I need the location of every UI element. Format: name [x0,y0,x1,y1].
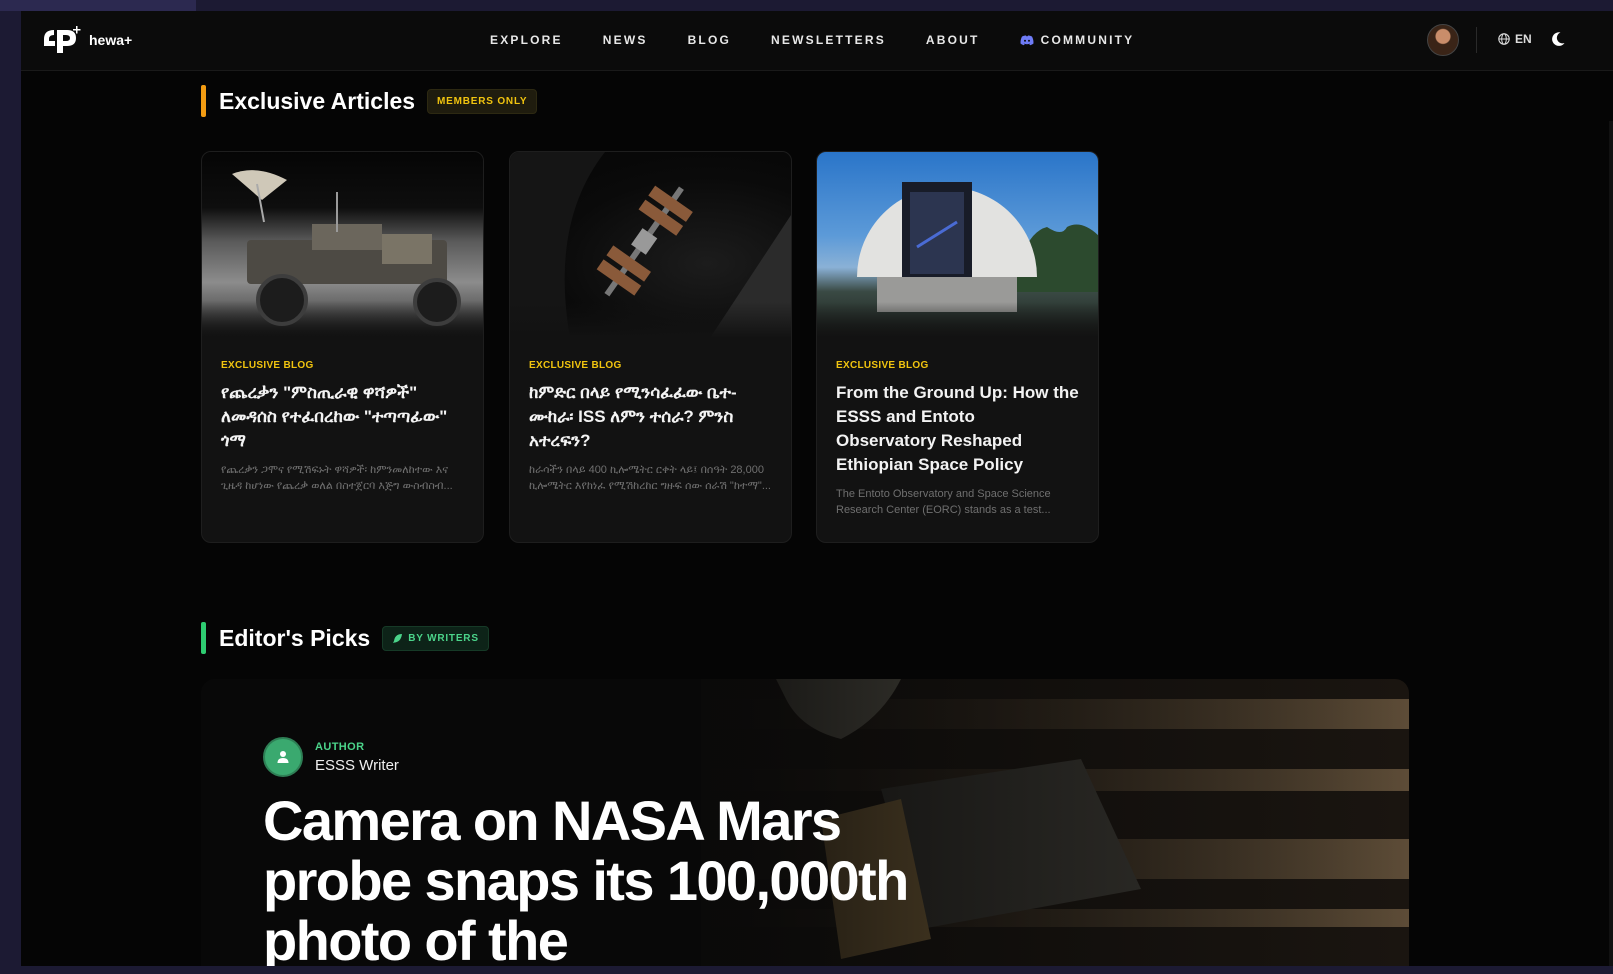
window-top-strip [0,0,196,11]
card-title[interactable]: የጨረቃን "ምስጢራዊ ዋሻዎች" ለመዳሰስ የተፈበረከው "ተጣጣፊው"… [221,381,464,453]
section-title: Editor's Picks [219,624,371,651]
logo-text: hewa+ [89,32,133,48]
nav-blog[interactable]: BLOG [688,33,731,47]
members-only-badge: MEMBERS ONLY [427,88,538,114]
card-image-space-station [510,152,791,338]
card-image-observatory [817,152,1098,338]
logo-mark-icon [44,26,81,53]
card-category: EXCLUSIVE BLOG [836,360,929,371]
card-title[interactable]: ከምድር በላይ የሚንሳፈፈው ቤተ-ሙከራ፡ ISS ለምን ተሰራ? ምን… [529,381,772,453]
nav-explore[interactable]: EXPLORE [490,33,563,47]
user-avatar[interactable] [1427,24,1459,56]
top-navbar: hewa+ EXPLORE NEWS BLOG NEWSLETTERS ABOU… [21,11,1613,71]
nav-community[interactable]: COMMUNITY [1020,33,1135,47]
user-icon [277,751,289,763]
language-selector[interactable]: EN [1498,32,1532,46]
feather-icon [393,633,403,643]
featured-article[interactable]: AUTHOR ESSS Writer Camera on NASA Mars p… [201,679,1409,966]
main-nav: EXPLORE NEWS BLOG NEWSLETTERS ABOUT COMM… [490,33,1134,47]
language-label: EN [1515,32,1532,46]
nav-newsletters[interactable]: NEWSLETTERS [771,33,886,47]
nav-divider [1476,27,1477,53]
exclusive-section-header: Exclusive Articles MEMBERS ONLY [201,85,538,117]
author-avatar [263,737,303,777]
app-window: hewa+ EXPLORE NEWS BLOG NEWSLETTERS ABOU… [21,11,1613,966]
card-excerpt: ከራሳችን በላይ 400 ኪሎሜትር ርቀት ላይ፤ በሰዓት 28,000 … [529,464,771,492]
scrollbar[interactable] [1609,121,1613,966]
nav-community-label: COMMUNITY [1040,33,1135,47]
moon-icon[interactable] [1550,31,1566,47]
article-card[interactable]: EXCLUSIVE BLOG ከምድር በላይ የሚንሳፈፈው ቤተ-ሙከራ፡ … [509,151,792,543]
card-category: EXCLUSIVE BLOG [529,360,622,371]
card-excerpt: የጨረቃን ጋሞና የሚሽፍኑት ዋሻዎች፡ ከምንመለከተው እና ጊዜዳ ከ… [221,464,453,492]
editors-section-header: Editor's Picks BY WRITERS [201,622,489,654]
section-accent-bar [201,622,206,654]
by-writers-badge: BY WRITERS [382,625,489,651]
author-info[interactable]: AUTHOR ESSS Writer [263,737,399,777]
card-category: EXCLUSIVE BLOG [221,360,314,371]
discord-icon [1020,34,1034,45]
featured-title[interactable]: Camera on NASA Mars probe snaps its 100,… [263,791,923,967]
card-excerpt: The Entoto Observatory and Space Science… [836,488,1051,516]
author-label: AUTHOR [315,740,365,753]
author-name: ESSS Writer [315,756,399,774]
by-writers-label: BY WRITERS [408,632,479,644]
card-image-lunar-rover [202,152,483,338]
card-title[interactable]: From the Ground Up: How the ESSS and Ent… [836,381,1079,477]
globe-icon [1498,33,1510,45]
article-card[interactable]: EXCLUSIVE BLOG From the Ground Up: How t… [816,151,1099,543]
site-logo[interactable]: hewa+ [41,25,132,55]
nav-news[interactable]: NEWS [603,33,648,47]
article-card[interactable]: EXCLUSIVE BLOG የጨረቃን "ምስጢራዊ ዋሻዎች" ለመዳሰስ … [201,151,484,543]
nav-about[interactable]: ABOUT [926,33,980,47]
section-title: Exclusive Articles [219,87,416,114]
section-accent-bar [201,85,206,117]
